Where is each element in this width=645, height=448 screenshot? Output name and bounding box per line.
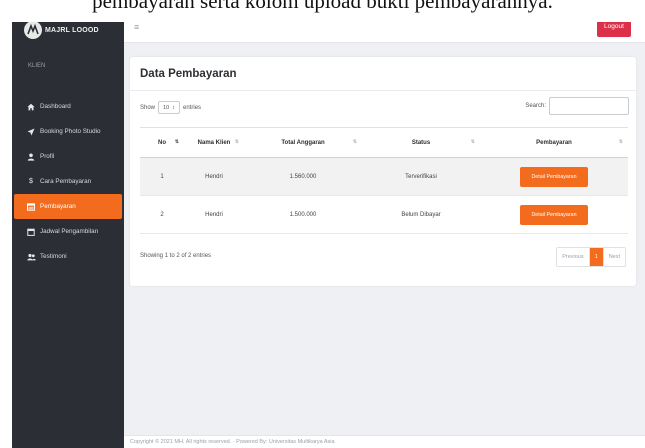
cell-no: 1 xyxy=(140,157,184,196)
sidebar-item-label: Profil xyxy=(40,153,55,160)
entries-select[interactable]: 10 ↕ xyxy=(158,101,181,114)
sidebar-item-cara-pembayaran[interactable]: $ Cara Pembayaran xyxy=(12,169,124,194)
pagination-previous[interactable]: Previous xyxy=(557,248,588,266)
table-header-row: No ⇅ Nama Klien ⇅ Total Anggaran ⇅ Status ⇅ … xyxy=(140,127,628,158)
entries-label: entries xyxy=(183,104,202,111)
column-header-status[interactable]: Status ⇅ xyxy=(362,127,480,158)
entries-select-value: 10 xyxy=(163,104,170,111)
cell-pembayaran: Detail Pembayaran xyxy=(480,195,628,234)
calendar-icon xyxy=(26,228,36,236)
sidebar-item-testimoni[interactable]: Testimoni xyxy=(12,244,124,269)
table-row: 2 Hendri 1.500.000 Belum Dibayar Detail … xyxy=(140,195,628,234)
brand-logo-icon xyxy=(24,21,42,39)
list-icon xyxy=(26,202,36,211)
sidebar-item-label: Cara Pembayaran xyxy=(40,178,92,185)
cell-status: Terverifikasi xyxy=(362,157,480,196)
table-info: Showing 1 to 2 of 2 entries xyxy=(140,253,212,259)
payments-table: No ⇅ Nama Klien ⇅ Total Anggaran ⇅ Status ⇅ … xyxy=(140,127,628,234)
cell-total-anggaran: 1.500.000 xyxy=(244,195,362,234)
pagination: Previous 1 Next xyxy=(556,247,626,267)
home-icon xyxy=(26,103,36,111)
search-label: Search: xyxy=(525,103,546,109)
cell-status: Belum Dibayar xyxy=(362,195,480,234)
detail-pembayaran-button[interactable]: Detail Pembayaran xyxy=(520,204,588,225)
sidebar-item-dashboard[interactable]: Dashboard xyxy=(12,94,124,119)
sort-icon: ⇅ xyxy=(352,139,357,145)
column-header-no[interactable]: No ⇅ xyxy=(140,127,184,158)
send-icon xyxy=(26,128,36,136)
sidebar-section-title: KLIEN xyxy=(28,63,46,69)
column-header-total-anggaran[interactable]: Total Anggaran ⇅ xyxy=(244,127,362,158)
users-icon xyxy=(26,253,36,261)
dollar-icon: $ xyxy=(29,178,33,185)
sidebar-item-jadwal-pengambilan[interactable]: Jadwal Pengambilan xyxy=(12,219,124,244)
cell-nama-klien: Hendri xyxy=(184,195,244,234)
footer: Copyright © 2021 MH. All rights reserved… xyxy=(124,435,645,448)
sidebar-item-label: Jadwal Pengambilan xyxy=(40,228,99,235)
entries-length-control: Show 10 ↕ entries xyxy=(140,101,201,114)
sidebar-item-label: Booking Photo Studio xyxy=(40,128,101,135)
payment-card: Data Pembayaran Show 10 ↕ entries Search… xyxy=(130,57,636,286)
pagination-next[interactable]: Next xyxy=(602,248,625,266)
sidebar-item-profil[interactable]: Profil xyxy=(12,144,124,169)
search-input[interactable] xyxy=(549,97,629,115)
sidebar-item-booking[interactable]: Booking Photo Studio xyxy=(12,119,124,144)
table-row: 1 Hendri 1.560.000 Terverifikasi Detail … xyxy=(140,157,628,196)
main-content: ≡ Logout Data Pembayaran Show 10 ↕ entri… xyxy=(124,14,645,448)
hamburger-icon[interactable]: ≡ xyxy=(134,22,139,32)
sidebar-item-label: Pembayaran xyxy=(40,203,76,210)
search-control: Search: xyxy=(525,97,629,115)
sort-icon: ⇅ xyxy=(470,139,475,145)
show-label: Show xyxy=(140,104,156,111)
sort-icon: ⇅ xyxy=(174,139,179,145)
pagination-page-current[interactable]: 1 xyxy=(588,248,603,266)
cell-pembayaran: Detail Pembayaran xyxy=(480,157,628,196)
brand-name: MAJRL LOOOD xyxy=(45,26,99,34)
cell-no: 2 xyxy=(140,195,184,234)
sidebar: MAJRL LOOOD KLIEN Dashboard Booking Phot… xyxy=(12,14,124,448)
sidebar-item-pembayaran[interactable]: Pembayaran xyxy=(14,194,122,219)
sidebar-item-label: Testimoni xyxy=(40,253,67,260)
divider xyxy=(130,90,636,91)
detail-pembayaran-button[interactable]: Detail Pembayaran xyxy=(520,166,588,187)
sidebar-item-label: Dashboard xyxy=(40,103,71,110)
chevron-updown-icon: ↕ xyxy=(172,104,175,111)
sort-icon: ⇅ xyxy=(618,139,623,145)
document-caption: pembayaran serta kolom upload bukti pemb… xyxy=(0,0,645,22)
column-header-nama-klien[interactable]: Nama Klien ⇅ xyxy=(184,127,244,158)
sort-icon: ⇅ xyxy=(234,139,239,145)
column-header-pembayaran[interactable]: Pembayaran ⇅ xyxy=(480,127,628,158)
page-title: Data Pembayaran xyxy=(140,68,237,80)
cell-nama-klien: Hendri xyxy=(184,157,244,196)
cell-total-anggaran: 1.560.000 xyxy=(244,157,362,196)
sidebar-nav: Dashboard Booking Photo Studio Profil $ … xyxy=(12,94,124,269)
user-icon xyxy=(26,153,36,161)
